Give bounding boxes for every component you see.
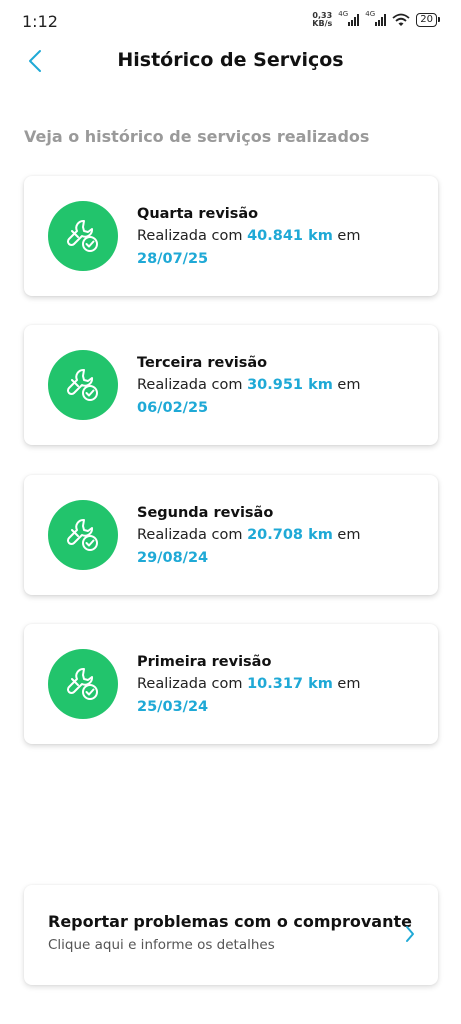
- service-km: 20.708 km: [247, 527, 333, 543]
- service-card-text: Quarta revisão Realizada com 40.841 km e…: [137, 204, 360, 270]
- service-date: 25/03/24: [137, 699, 209, 715]
- service-mileage-line: Realizada com 30.951 km em: [137, 373, 360, 397]
- service-card[interactable]: Quarta revisão Realizada com 40.841 km e…: [24, 176, 438, 296]
- signal-icon-2: 4G: [365, 10, 387, 26]
- service-title: Terceira revisão: [137, 355, 268, 371]
- report-subtitle: Clique aqui e informe os detalhes: [48, 937, 275, 953]
- signal-icon: 4G: [338, 10, 360, 26]
- service-mileage-line: Realizada com 40.841 km em: [137, 224, 360, 248]
- network-type-1: 4G: [338, 10, 349, 18]
- service-mileage-line: Realizada com 10.317 km em: [137, 672, 360, 696]
- network-type-2: 4G: [365, 10, 376, 18]
- service-suffix: em: [332, 527, 361, 543]
- wrench-check-icon: [66, 518, 98, 551]
- net-speed-unit: KB/s: [312, 19, 333, 28]
- service-icon-badge: [48, 201, 118, 271]
- service-prefix: Realizada com: [137, 676, 248, 692]
- service-suffix: em: [332, 676, 361, 692]
- service-mileage-line: Realizada com 20.708 km em: [137, 523, 360, 547]
- wifi-icon: [392, 13, 410, 26]
- chevron-right-icon: [406, 926, 414, 942]
- service-prefix: Realizada com: [137, 377, 248, 393]
- service-title: Quarta revisão: [137, 206, 259, 222]
- service-title: Primeira revisão: [137, 654, 272, 670]
- report-chevron[interactable]: [400, 921, 420, 947]
- page-title: Histórico de Serviços: [117, 49, 344, 71]
- report-title: Reportar problemas com o comprovante: [48, 912, 412, 931]
- service-card-text: Terceira revisão Realizada com 30.951 km…: [137, 353, 360, 419]
- wrench-check-icon: [66, 667, 98, 700]
- service-date: 28/07/25: [137, 251, 209, 267]
- service-km: 40.841 km: [247, 228, 333, 244]
- section-subtitle: Veja o histórico de serviços realizados: [24, 127, 370, 146]
- service-card[interactable]: Segunda revisão Realizada com 20.708 km …: [24, 475, 438, 595]
- wrench-check-icon: [66, 219, 98, 252]
- service-card[interactable]: Primeira revisão Realizada com 10.317 km…: [24, 624, 438, 744]
- service-suffix: em: [332, 228, 361, 244]
- service-icon-badge: [48, 350, 118, 420]
- status-icons: 0,33 KB/s 4G 4G 20: [312, 10, 440, 28]
- service-date: 29/08/24: [137, 550, 209, 566]
- service-prefix: Realizada com: [137, 228, 248, 244]
- service-title: Segunda revisão: [137, 505, 274, 521]
- service-icon-badge: [48, 649, 118, 719]
- header: Histórico de Serviços: [0, 40, 461, 84]
- status-bar: 1:12 0,33 KB/s 4G 4G 20: [0, 0, 461, 40]
- service-date: 06/02/25: [137, 400, 209, 416]
- service-km: 30.951 km: [247, 377, 333, 393]
- status-time: 1:12: [22, 12, 58, 31]
- service-suffix: em: [332, 377, 361, 393]
- battery-icon: 20: [416, 13, 440, 27]
- net-speed: 0,33 KB/s: [312, 12, 332, 28]
- service-prefix: Realizada com: [137, 527, 248, 543]
- service-card[interactable]: Terceira revisão Realizada com 30.951 km…: [24, 325, 438, 445]
- service-icon-badge: [48, 500, 118, 570]
- service-km: 10.317 km: [247, 676, 333, 692]
- service-card-text: Primeira revisão Realizada com 10.317 km…: [137, 652, 360, 718]
- report-problem-card[interactable]: Reportar problemas com o comprovante Cli…: [24, 885, 438, 985]
- service-card-text: Segunda revisão Realizada com 20.708 km …: [137, 503, 360, 569]
- wrench-check-icon: [66, 368, 98, 401]
